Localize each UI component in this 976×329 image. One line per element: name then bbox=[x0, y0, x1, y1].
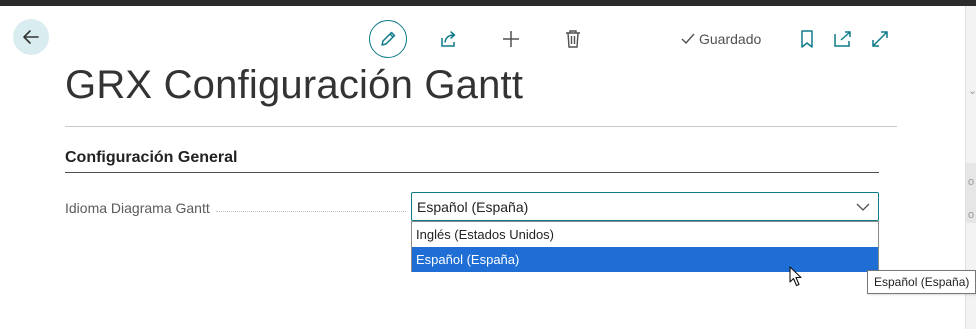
edit-button[interactable] bbox=[369, 20, 407, 58]
popout-icon bbox=[834, 31, 851, 47]
side-panel-ellipsis-icon: o bbox=[968, 209, 975, 221]
dropdown-option-selected[interactable]: Español (España) bbox=[412, 247, 878, 272]
open-in-new-window-button[interactable] bbox=[832, 28, 854, 50]
saved-status: Guardado bbox=[680, 30, 761, 48]
chevron-down-icon bbox=[856, 203, 870, 211]
bookmark-icon bbox=[801, 30, 813, 48]
side-panel-chevron-icon: ⌄ bbox=[968, 85, 976, 97]
language-dropdown-list: Inglés (Estados Unidos) Español (España) bbox=[411, 221, 879, 272]
back-button[interactable] bbox=[13, 19, 49, 55]
tooltip: Español (España) bbox=[867, 270, 976, 294]
check-icon bbox=[681, 33, 695, 45]
pencil-icon bbox=[381, 31, 396, 46]
language-select[interactable]: Español (España) bbox=[411, 192, 879, 221]
delete-button[interactable] bbox=[562, 28, 584, 50]
expand-button[interactable] bbox=[869, 28, 891, 50]
side-panel-ellipsis-icon: o bbox=[968, 176, 975, 188]
section-header[interactable]: Configuración General bbox=[65, 149, 237, 167]
trash-icon bbox=[566, 30, 580, 48]
share-button[interactable] bbox=[438, 28, 460, 50]
title-divider bbox=[65, 126, 897, 127]
window-top-bar bbox=[0, 0, 976, 6]
field-leader-dots bbox=[216, 211, 406, 212]
page-title: GRX Configuración Gantt bbox=[65, 63, 524, 107]
saved-status-label: Guardado bbox=[699, 31, 762, 47]
back-arrow-icon bbox=[23, 30, 39, 44]
plus-icon bbox=[503, 31, 519, 47]
mouse-cursor-icon bbox=[789, 266, 802, 287]
new-button[interactable] bbox=[500, 28, 522, 50]
expand-icon bbox=[872, 31, 888, 47]
section-divider bbox=[65, 172, 879, 173]
dropdown-option[interactable]: Inglés (Estados Unidos) bbox=[412, 222, 878, 247]
bookmark-button[interactable] bbox=[797, 28, 817, 50]
share-icon bbox=[441, 31, 456, 47]
field-label: Idioma Diagrama Gantt bbox=[65, 200, 210, 216]
language-select-value: Español (España) bbox=[417, 198, 529, 215]
